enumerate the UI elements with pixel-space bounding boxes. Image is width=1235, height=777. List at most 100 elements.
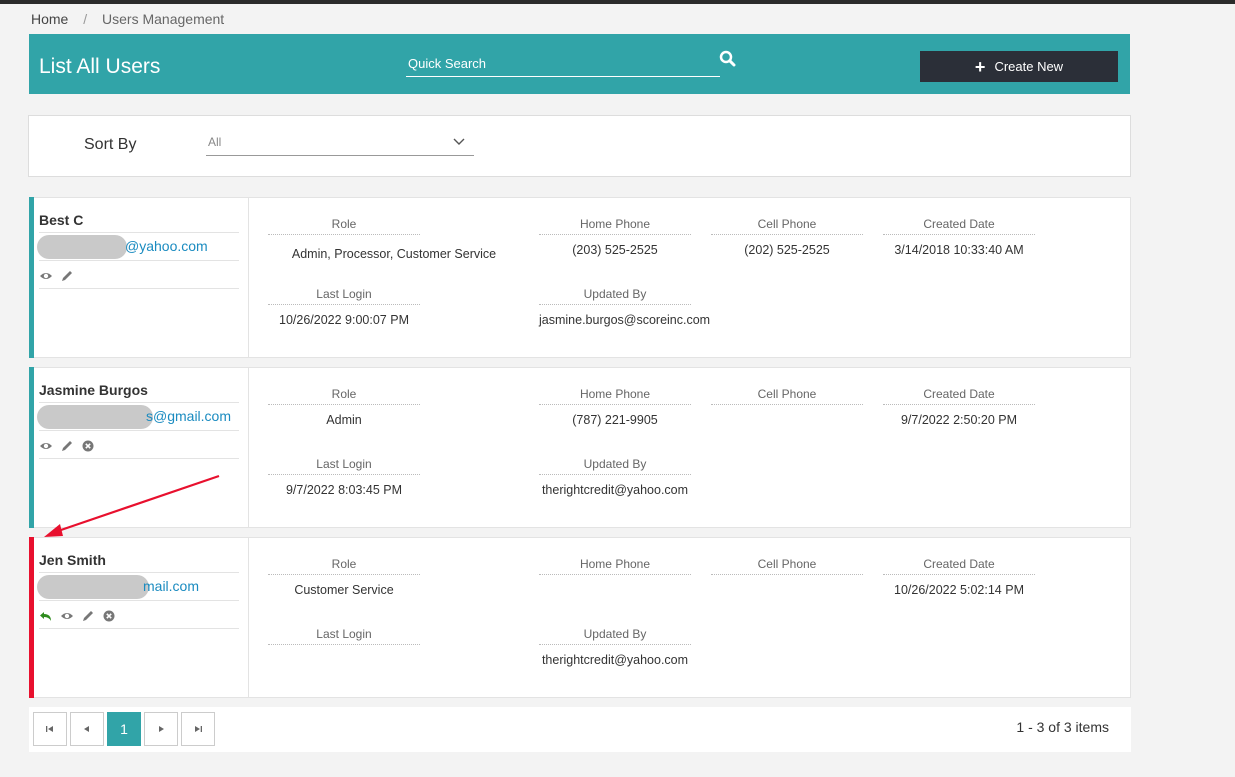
role-label: Role: [268, 387, 420, 405]
delete-icon[interactable]: [81, 439, 95, 453]
created-date-label: Created Date: [883, 557, 1035, 575]
role-label: Role: [268, 557, 420, 575]
created-date-value: 10/26/2022 5:02:14 PM: [894, 583, 1024, 597]
last-page-icon[interactable]: [181, 712, 215, 746]
role-value: Admin, Processor, Customer Service: [291, 247, 497, 261]
created-date-label: Created Date: [883, 387, 1035, 405]
search-icon[interactable]: [719, 50, 737, 68]
user-card: Jen Smith mail.com Role Customer Service…: [29, 537, 1131, 698]
breadcrumb: Home / Users Management: [31, 11, 224, 27]
user-card: Jasmine Burgos s@gmail.com Role Admin Ho…: [29, 367, 1131, 528]
updated-by-field: Updated By therightcredit@yahoo.com: [539, 457, 691, 497]
breadcrumb-current: Users Management: [102, 11, 225, 27]
redaction-mask: [37, 235, 127, 259]
cell-phone-label: Cell Phone: [711, 557, 863, 575]
user-actions: [39, 434, 239, 459]
updated-by-label: Updated By: [539, 627, 691, 645]
last-login-field: Last Login: [268, 627, 420, 653]
breadcrumb-home[interactable]: Home: [31, 11, 68, 27]
sort-label: Sort By: [84, 136, 137, 153]
page-header: List All Users + Create New: [29, 34, 1130, 94]
user-card: Best C @yahoo.com Role Admin, Processor,…: [29, 197, 1131, 358]
user-name: Jen Smith: [39, 552, 239, 573]
pagination-summary: 1 - 3 of 3 items: [1016, 719, 1109, 735]
breadcrumb-separator: /: [83, 11, 88, 27]
last-login-label: Last Login: [268, 287, 420, 305]
role-field: Role: [268, 217, 420, 235]
last-login-label: Last Login: [268, 457, 420, 475]
updated-by-value: therightcredit@yahoo.com: [541, 483, 689, 497]
pencil-icon[interactable]: [60, 269, 74, 283]
user-email[interactable]: @yahoo.com: [37, 235, 239, 261]
eye-icon[interactable]: [39, 269, 53, 283]
home-phone-field: Home Phone (787) 221-9905: [539, 387, 691, 427]
role-value-field: Admin, Processor, Customer Service: [269, 247, 519, 261]
home-phone-value: (787) 221-9905: [572, 413, 658, 427]
redaction-mask: [37, 575, 149, 599]
user-name: Best C: [39, 212, 239, 233]
user-email-text[interactable]: mail.com: [143, 578, 199, 594]
prev-page-icon[interactable]: [70, 712, 104, 746]
user-email[interactable]: s@gmail.com: [37, 405, 239, 431]
cell-phone-field: Cell Phone: [711, 387, 863, 413]
undo-icon[interactable]: [39, 609, 53, 623]
last-login-field: Last Login 9/7/2022 8:03:45 PM: [268, 457, 420, 497]
user-email[interactable]: mail.com: [37, 575, 239, 601]
cell-phone-value: (202) 525-2525: [744, 243, 830, 257]
search-input[interactable]: [406, 52, 696, 74]
user-email-text[interactable]: @yahoo.com: [125, 238, 208, 254]
user-email-text[interactable]: s@gmail.com: [146, 408, 231, 424]
sort-selected-value: All: [208, 135, 222, 149]
home-phone-label: Home Phone: [539, 387, 691, 405]
updated-by-field: Updated By therightcredit@yahoo.com: [539, 627, 691, 667]
updated-by-field: Updated By jasmine.burgos@scoreinc.com: [539, 287, 710, 327]
sort-panel: Sort By All: [28, 115, 1131, 177]
quick-search: [406, 50, 736, 77]
role-field: Role Customer Service: [268, 557, 420, 597]
user-actions: [39, 264, 239, 289]
pencil-icon[interactable]: [81, 609, 95, 623]
pencil-icon[interactable]: [60, 439, 74, 453]
home-phone-label: Home Phone: [539, 557, 691, 575]
created-date-field: Created Date 9/7/2022 2:50:20 PM: [883, 387, 1035, 427]
chevron-down-icon: [452, 134, 466, 148]
created-date-field: Created Date 3/14/2018 10:33:40 AM: [883, 217, 1035, 257]
last-login-value: 10/26/2022 9:00:07 PM: [279, 313, 409, 327]
page-title: List All Users: [39, 55, 161, 78]
updated-by-label: Updated By: [539, 457, 691, 475]
redaction-mask: [37, 405, 153, 429]
user-summary: Jen Smith mail.com: [34, 538, 249, 697]
user-summary: Jasmine Burgos s@gmail.com: [34, 368, 249, 527]
delete-icon[interactable]: [102, 609, 116, 623]
home-phone-field: Home Phone: [539, 557, 691, 583]
created-date-value: 9/7/2022 2:50:20 PM: [900, 413, 1018, 427]
home-phone-field: Home Phone (203) 525-2525: [539, 217, 691, 257]
last-login-label: Last Login: [268, 627, 420, 645]
created-date-value: 3/14/2018 10:33:40 AM: [894, 243, 1024, 257]
home-phone-value: (203) 525-2525: [572, 243, 658, 257]
top-border: [0, 0, 1235, 4]
plus-icon: +: [974, 56, 986, 77]
eye-icon[interactable]: [60, 609, 74, 623]
last-login-field: Last Login 10/26/2022 9:00:07 PM: [268, 287, 420, 327]
create-new-label: Create New: [994, 59, 1064, 74]
cell-phone-label: Cell Phone: [711, 217, 863, 235]
first-page-icon[interactable]: [33, 712, 67, 746]
role-label: Role: [268, 217, 420, 235]
created-date-label: Created Date: [883, 217, 1035, 235]
page-1-button[interactable]: 1: [107, 712, 141, 746]
next-page-icon[interactable]: [144, 712, 178, 746]
cell-phone-label: Cell Phone: [711, 387, 863, 405]
user-summary: Best C @yahoo.com: [34, 198, 249, 357]
sort-select[interactable]: All: [206, 132, 474, 156]
role-value: Customer Service: [294, 583, 394, 597]
eye-icon[interactable]: [39, 439, 53, 453]
create-new-button[interactable]: + Create New: [920, 51, 1118, 82]
last-login-value: 9/7/2022 8:03:45 PM: [285, 483, 403, 497]
cell-phone-field: Cell Phone: [711, 557, 863, 583]
user-name: Jasmine Burgos: [39, 382, 239, 403]
role-field: Role Admin: [268, 387, 420, 427]
updated-by-label: Updated By: [539, 287, 691, 305]
home-phone-label: Home Phone: [539, 217, 691, 235]
updated-by-value: therightcredit@yahoo.com: [541, 653, 689, 667]
